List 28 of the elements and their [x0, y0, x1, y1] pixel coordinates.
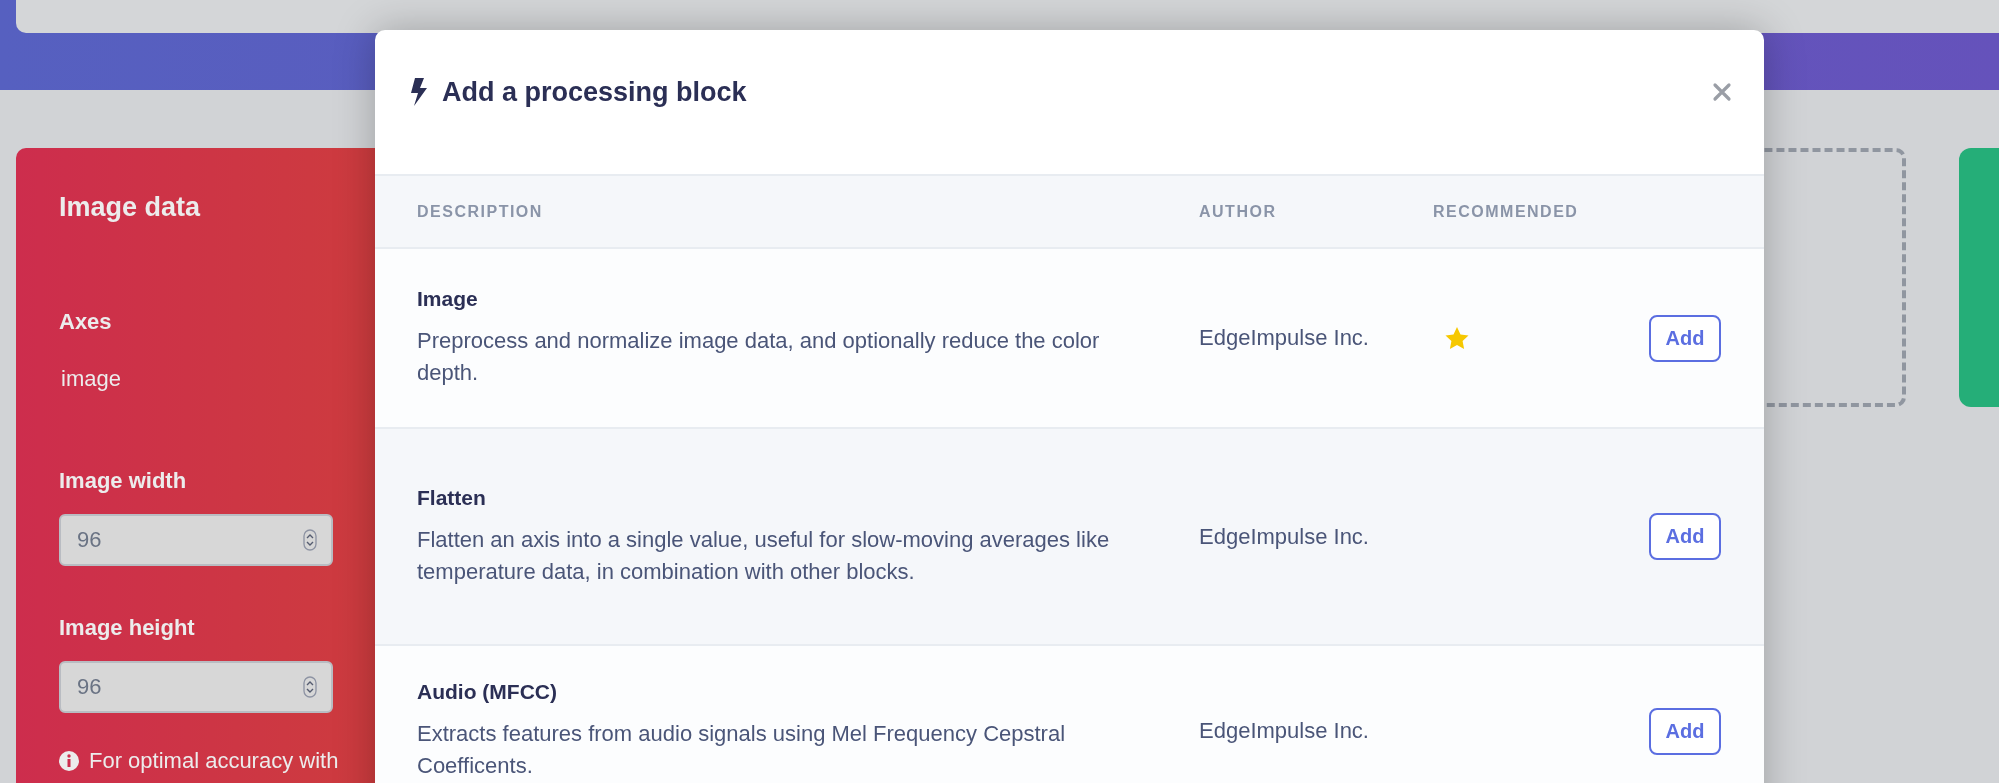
field-label: Image height	[59, 615, 195, 641]
block-description: Flatten an axis into a single value, useful for slow-moving averages like temperature data, in combination with other blocks.	[417, 525, 1111, 586]
column-header: AUTHOR	[1199, 202, 1277, 221]
column-header: RECOMMENDED	[1433, 202, 1579, 221]
modal-title: Add a processing block	[442, 76, 747, 109]
block-name: Flatten	[417, 485, 486, 510]
author-text: EdgeImpulse Inc.	[1199, 325, 1369, 351]
block-name: Audio (MFCC)	[417, 680, 557, 704]
lightning-icon	[410, 78, 428, 106]
block-description: Preprocess and normalize image data, and optionally reduce the color depth.	[417, 327, 1101, 387]
add-button[interactable]: Add	[1649, 707, 1721, 755]
author-text: EdgeImpulse Inc.	[1199, 718, 1369, 744]
block-description: Extracts features from audio signals using Mel Frequency Cepstral Coefficents.	[417, 720, 1067, 780]
spinner-icon[interactable]	[303, 676, 317, 698]
spinner-icon[interactable]	[303, 529, 317, 551]
author-text: EdgeImpulse Inc.	[1199, 523, 1369, 550]
column-header: DESCRIPTION	[417, 202, 543, 221]
axes-label: Axes	[59, 309, 112, 335]
axes-value: image	[61, 365, 121, 393]
number-field[interactable]: 96	[59, 514, 333, 566]
add-button[interactable]: Add	[1649, 513, 1721, 560]
block-name: Image	[417, 287, 478, 311]
info-icon	[59, 751, 79, 771]
info-note: For optimal accuracy with	[89, 748, 339, 774]
number-field[interactable]: 96	[59, 661, 333, 713]
panel-title: Image data	[59, 191, 201, 224]
add-button[interactable]: Add	[1649, 314, 1721, 362]
field-label: Image width	[59, 468, 187, 494]
